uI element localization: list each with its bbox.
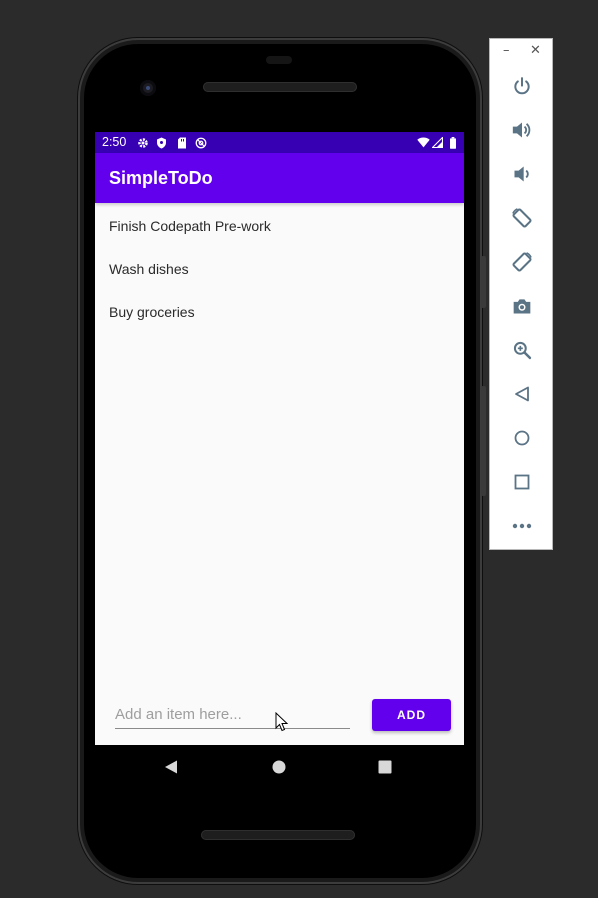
shield-icon	[155, 136, 168, 149]
at-sign-icon	[194, 136, 207, 149]
status-bar: 2:50	[95, 132, 464, 153]
side-button-power	[481, 256, 486, 308]
emulator-toolbar: – ✕	[489, 38, 553, 550]
front-camera	[140, 80, 156, 96]
emulator-desktop: 2:50 SimpleToDo Finish Codepath Pre-work…	[0, 0, 598, 898]
earpiece-speaker	[203, 82, 357, 92]
todo-list: Finish Codepath Pre-work Wash dishes Buy…	[95, 203, 464, 332]
back-icon[interactable]	[510, 382, 534, 406]
app-bar: SimpleToDo	[95, 153, 464, 203]
home-icon[interactable]	[269, 757, 289, 777]
camera-icon[interactable]	[510, 294, 534, 318]
proximity-sensor	[266, 56, 292, 64]
signal-icon	[431, 136, 444, 149]
wifi-icon	[417, 136, 430, 149]
recents-icon[interactable]	[375, 757, 395, 777]
phone-screen: 2:50 SimpleToDo Finish Codepath Pre-work…	[95, 132, 464, 745]
battery-icon	[446, 136, 459, 149]
status-time: 2:50	[102, 135, 127, 149]
home-icon[interactable]	[510, 426, 534, 450]
settings-icon	[136, 136, 149, 149]
rotate-left-icon[interactable]	[510, 206, 534, 230]
add-item-input[interactable]	[115, 700, 350, 729]
zoom-icon[interactable]	[510, 338, 534, 362]
bottom-speaker	[201, 830, 355, 840]
overview-icon[interactable]	[510, 470, 534, 494]
side-button-volume	[481, 386, 486, 496]
list-item[interactable]: Wash dishes	[95, 246, 464, 289]
mouse-cursor-icon	[275, 712, 289, 732]
volume-up-icon[interactable]	[510, 118, 534, 142]
more-icon[interactable]	[510, 514, 534, 538]
navigation-bar	[95, 745, 464, 789]
list-item[interactable]: Finish Codepath Pre-work	[95, 203, 464, 246]
back-icon[interactable]	[161, 757, 181, 777]
volume-down-icon[interactable]	[510, 162, 534, 186]
sd-card-icon	[175, 136, 188, 149]
add-button[interactable]: ADD	[372, 699, 451, 731]
list-item[interactable]: Buy groceries	[95, 289, 464, 332]
power-icon[interactable]	[510, 74, 534, 98]
rotate-right-icon[interactable]	[510, 250, 534, 274]
app-title: SimpleToDo	[109, 168, 213, 188]
minimize-button[interactable]: –	[503, 43, 510, 58]
close-button[interactable]: ✕	[530, 43, 541, 58]
